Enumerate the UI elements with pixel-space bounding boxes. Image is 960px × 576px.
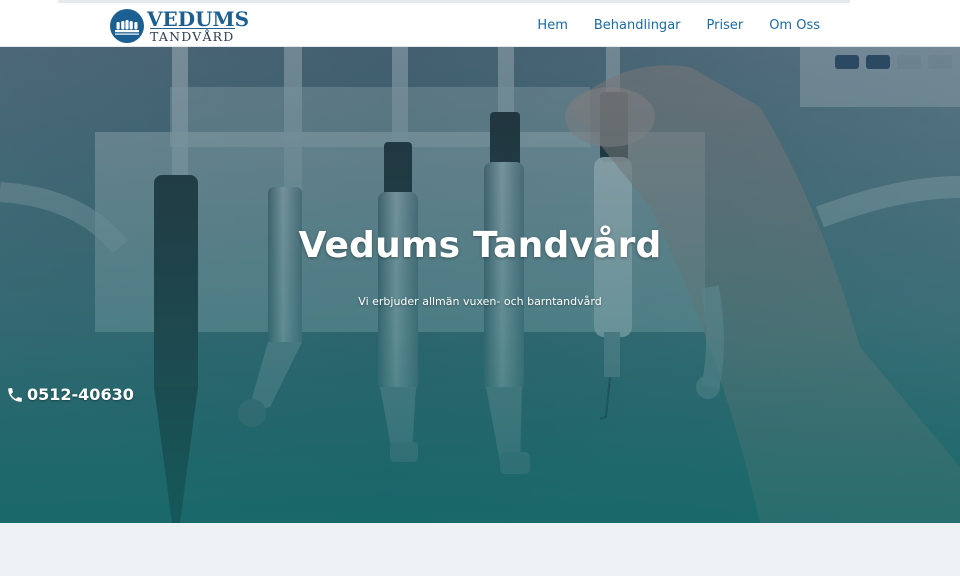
phone-icon	[8, 387, 22, 402]
below-hero-section	[0, 523, 960, 576]
hero-title: Vedums Tandvård	[298, 225, 662, 266]
site-logo[interactable]: VEDUMS TANDVÅRD	[110, 8, 249, 45]
nav-link-behandlingar[interactable]: Behandlingar	[594, 18, 681, 33]
hero-color-overlay	[0, 47, 960, 523]
logo-text-vedums: VEDUMS	[147, 7, 250, 31]
tooth-row-emblem-icon	[110, 9, 144, 43]
hero-subtitle: Vi erbjuder allmän vuxen- och barntandvå…	[358, 295, 602, 308]
nav-link-hem[interactable]: Hem	[537, 18, 567, 33]
nav-link-om-oss[interactable]: Om Oss	[769, 18, 820, 33]
phone-link[interactable]: 0512-40630	[6, 385, 134, 404]
site-header: VEDUMS TANDVÅRD Hem Behandlingar Priser …	[0, 3, 960, 47]
nav-link-priser[interactable]: Priser	[707, 18, 744, 33]
phone-number: 0512-40630	[27, 385, 134, 404]
hero-banner: Vedums Tandvård Vi erbjuder allmän vuxen…	[0, 47, 960, 523]
main-nav: Hem Behandlingar Priser Om Oss	[511, 3, 820, 47]
logo-text-tandvard: TANDVÅRD	[150, 28, 235, 44]
